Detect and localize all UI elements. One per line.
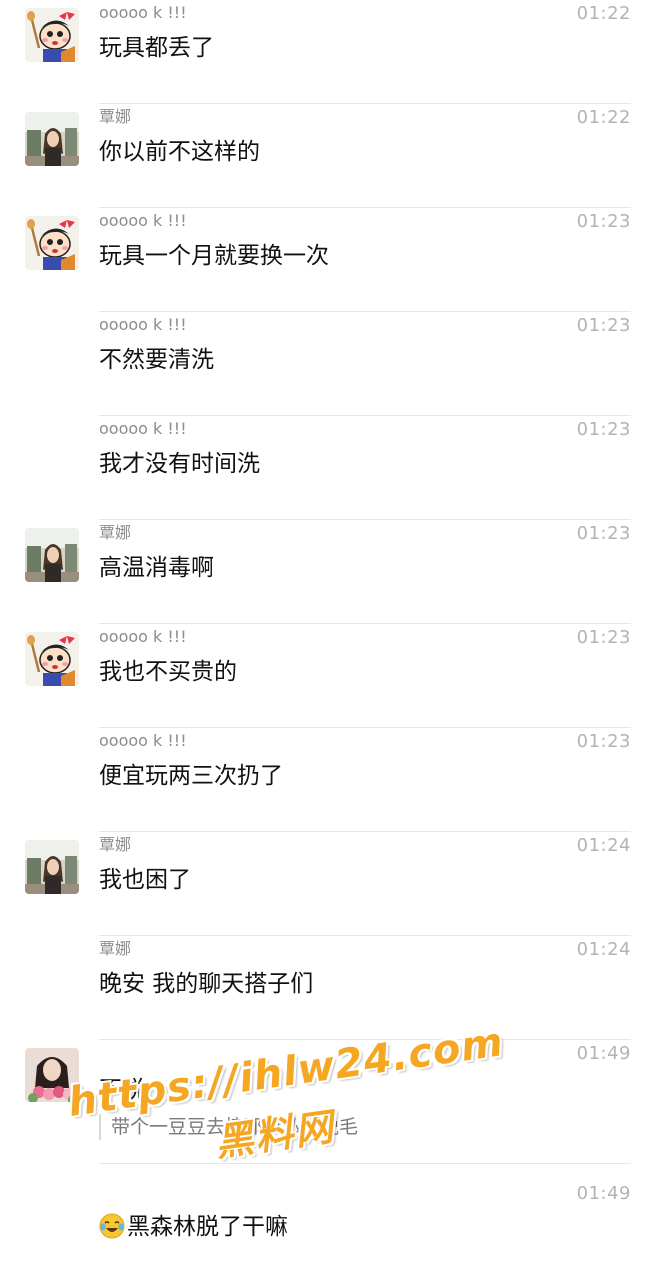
message-timestamp: 01:22: [576, 107, 631, 128]
sender-name: ooooo k !!!: [99, 731, 187, 750]
message-timestamp: 01:23: [576, 419, 631, 440]
sender-name: ooooo k !!!: [99, 627, 187, 646]
sender-name: ooooo k !!!: [99, 211, 187, 230]
message-text: 高温消毒啊: [99, 555, 214, 581]
message-text: 不脱: [99, 1077, 145, 1103]
chat-message-list[interactable]: ooooo k !!! 01:22 玩具都丢了 覃娜 01:22 你以前不这样的: [0, 0, 656, 1280]
message-timestamp: 01:23: [576, 211, 631, 232]
chat-message[interactable]: ooooo k !!! 01:23 便宜玩两三次扔了: [0, 728, 656, 832]
message-divider: [99, 1163, 631, 1164]
message-timestamp: 01:23: [576, 315, 631, 336]
sender-name: ooooo k !!!: [99, 315, 187, 334]
girl-flowers-avatar[interactable]: [25, 1048, 79, 1102]
chat-message[interactable]: 覃娜 01:22 你以前不这样的: [0, 104, 656, 208]
message-timestamp: 01:23: [576, 731, 631, 752]
message-text: 不然要清洗: [99, 347, 214, 373]
message-text-row: 黑森林脱了干嘛: [99, 1212, 288, 1242]
message-text: 晚安 我的聊天搭子们: [99, 971, 314, 997]
woman-cafe-avatar[interactable]: [25, 840, 79, 894]
sender-name: ooooo k !!!: [99, 419, 187, 438]
chat-message[interactable]: 01:49 黑森林脱了干嘛: [0, 1183, 656, 1280]
chat-message[interactable]: 覃娜 01:23 高温消毒啊: [0, 520, 656, 624]
chat-message[interactable]: ooooo k !!! 01:22 玩具都丢了: [0, 0, 656, 104]
message-timestamp: 01:23: [576, 523, 631, 544]
laughing-crying-emoji: [99, 1213, 125, 1239]
chat-message[interactable]: 01:49 不脱 带个一豆豆去搞那个私密脱毛: [0, 1040, 656, 1164]
sender-name: ooooo k !!!: [99, 3, 187, 22]
crayon-shinchan-avatar[interactable]: [25, 8, 79, 62]
message-timestamp: 01:49: [576, 1043, 631, 1064]
crayon-shinchan-avatar[interactable]: [25, 632, 79, 686]
message-timestamp: 01:23: [576, 627, 631, 648]
message-text: 玩具一个月就要换一次: [99, 243, 329, 269]
sender-name: 覃娜: [99, 939, 132, 958]
message-timestamp: 01:22: [576, 3, 631, 24]
message-text: 玩具都丢了: [99, 35, 214, 61]
message-text: 我也不买贵的: [99, 659, 237, 685]
message-timestamp: 01:49: [576, 1183, 631, 1204]
message-timestamp: 01:24: [576, 835, 631, 856]
woman-cafe-avatar[interactable]: [25, 112, 79, 166]
message-timestamp: 01:24: [576, 939, 631, 960]
chat-message[interactable]: ooooo k !!! 01:23 玩具一个月就要换一次: [0, 208, 656, 312]
message-text: 黑森林脱了干嘛: [127, 1214, 288, 1240]
chat-message[interactable]: ooooo k !!! 01:23 不然要清洗: [0, 312, 656, 416]
chat-message[interactable]: ooooo k !!! 01:23 我也不买贵的: [0, 624, 656, 728]
sender-name: 覃娜: [99, 523, 132, 542]
sender-name: 覃娜: [99, 107, 132, 126]
crayon-shinchan-avatar[interactable]: [25, 216, 79, 270]
woman-cafe-avatar[interactable]: [25, 528, 79, 582]
message-text: 你以前不这样的: [99, 139, 260, 165]
message-text: 我才没有时间洗: [99, 451, 260, 477]
chat-message[interactable]: 覃娜 01:24 晚安 我的聊天搭子们: [0, 936, 656, 1040]
chat-message[interactable]: ooooo k !!! 01:23 我才没有时间洗: [0, 416, 656, 520]
sender-name: 覃娜: [99, 835, 132, 854]
chat-message[interactable]: 覃娜 01:24 我也困了: [0, 832, 656, 936]
message-text: 便宜玩两三次扔了: [99, 763, 283, 789]
quoted-reply[interactable]: 带个一豆豆去搞那个私密脱毛: [99, 1114, 358, 1140]
message-text: 我也困了: [99, 867, 191, 893]
